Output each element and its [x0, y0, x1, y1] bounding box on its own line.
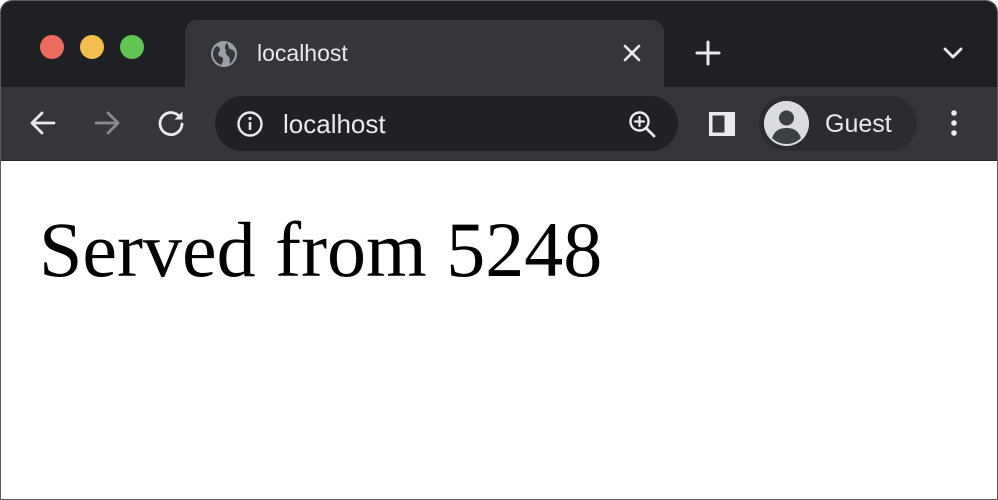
minimize-window-button[interactable]: [80, 35, 104, 59]
globe-icon: [210, 40, 238, 68]
toolbar: localhost Guest: [1, 87, 997, 161]
tab-strip: localhost: [1, 1, 997, 87]
zoom-icon[interactable]: [627, 109, 657, 139]
url-text[interactable]: localhost: [283, 109, 386, 139]
close-window-button[interactable]: [40, 35, 64, 59]
profile-label: Guest: [825, 110, 892, 138]
reload-icon[interactable]: [155, 107, 187, 139]
close-tab-icon[interactable]: [621, 42, 643, 64]
new-tab-icon[interactable]: [695, 40, 721, 66]
avatar-icon: [764, 101, 809, 146]
address-bar[interactable]: localhost: [215, 96, 678, 151]
forward-arrow-icon[interactable]: [91, 107, 123, 139]
tab-title: localhost: [257, 40, 348, 66]
side-panel-icon[interactable]: [707, 109, 737, 139]
chevron-down-icon[interactable]: [941, 43, 965, 63]
browser-window: localhost localhost Guest Served from 52…: [0, 0, 998, 500]
more-menu-icon[interactable]: [941, 107, 967, 139]
profile-button[interactable]: Guest: [759, 96, 917, 151]
info-icon[interactable]: [236, 110, 264, 138]
tab-localhost[interactable]: localhost: [185, 20, 664, 87]
maximize-window-button[interactable]: [120, 35, 144, 59]
page-content: Served from 5248: [1, 161, 997, 499]
back-arrow-icon[interactable]: [27, 107, 59, 139]
page-heading: Served from 5248: [39, 206, 603, 293]
